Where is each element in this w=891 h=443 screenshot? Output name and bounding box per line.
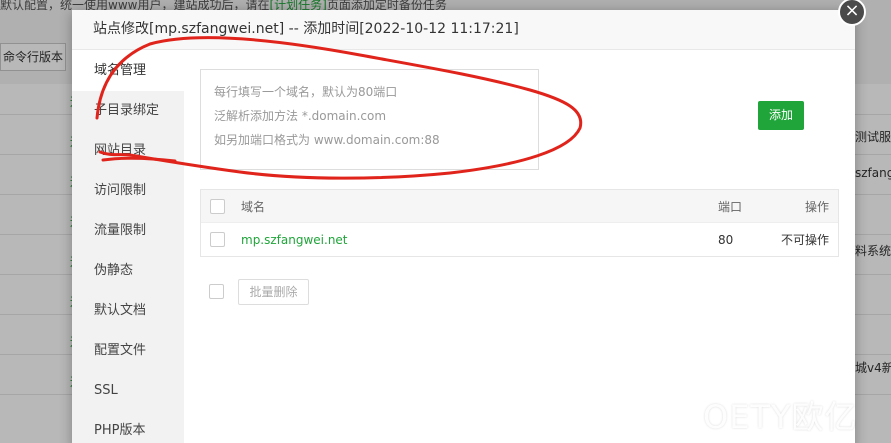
domain-management-panel: 每行填写一个域名，默认为80端口 泛解析添加方法 *.domain.com 如另… — [184, 51, 855, 443]
batch-delete-button[interactable]: 批量删除 — [238, 279, 309, 305]
site-edit-modal: 站点修改[mp.szfangwei.net] -- 添加时间[2022-10-1… — [72, 10, 855, 443]
header-domain: 域名 — [241, 199, 266, 214]
watermark-text: OETY欧亿 — [703, 398, 858, 436]
domain-table: 域名 端口 操作 mp.szfangwei.net 80 不可操作 — [200, 189, 839, 257]
table-row: mp.szfangwei.net 80 不可操作 — [201, 223, 838, 256]
nav-item-subdirectory-binding[interactable]: 子目录绑定 — [72, 91, 184, 131]
nav-item-domain-management[interactable]: 域名管理 — [72, 51, 184, 91]
batch-select-checkbox[interactable] — [209, 284, 224, 299]
select-all-checkbox[interactable] — [210, 199, 225, 214]
placeholder-line: 泛解析添加方法 *.domain.com — [214, 109, 387, 123]
domain-action: 不可操作 — [780, 233, 829, 247]
nav-item-php-version[interactable]: PHP版本 — [72, 411, 184, 443]
placeholder-line: 如另加端口格式为 www.domain.com:88 — [214, 133, 440, 147]
nav-item-ssl[interactable]: SSL — [72, 371, 184, 411]
header-port: 端口 — [718, 199, 743, 214]
add-domain-button[interactable]: 添加 — [758, 101, 804, 130]
modal-side-nav: 域名管理 子目录绑定 网站目录 访问限制 流量限制 伪静态 默认文档 配置文件 … — [72, 51, 184, 443]
domain-input[interactable]: 每行填写一个域名，默认为80端口 泛解析添加方法 *.domain.com 如另… — [200, 69, 539, 170]
domain-port: 80 — [718, 232, 734, 247]
domain-link[interactable]: mp.szfangwei.net — [241, 233, 348, 247]
nav-item-default-document[interactable]: 默认文档 — [72, 291, 184, 331]
row-checkbox[interactable] — [210, 232, 225, 247]
header-action: 操作 — [804, 199, 829, 214]
nav-item-site-directory[interactable]: 网站目录 — [72, 131, 184, 171]
placeholder-line: 每行填写一个域名，默认为80端口 — [214, 85, 398, 99]
nav-item-traffic-limit[interactable]: 流量限制 — [72, 211, 184, 251]
nav-item-access-restriction[interactable]: 访问限制 — [72, 171, 184, 211]
table-header-row: 域名 端口 操作 — [201, 190, 838, 223]
nav-item-rewrite[interactable]: 伪静态 — [72, 251, 184, 291]
nav-item-config-file[interactable]: 配置文件 — [72, 331, 184, 371]
modal-title: 站点修改[mp.szfangwei.net] -- 添加时间[2022-10-1… — [72, 10, 855, 50]
